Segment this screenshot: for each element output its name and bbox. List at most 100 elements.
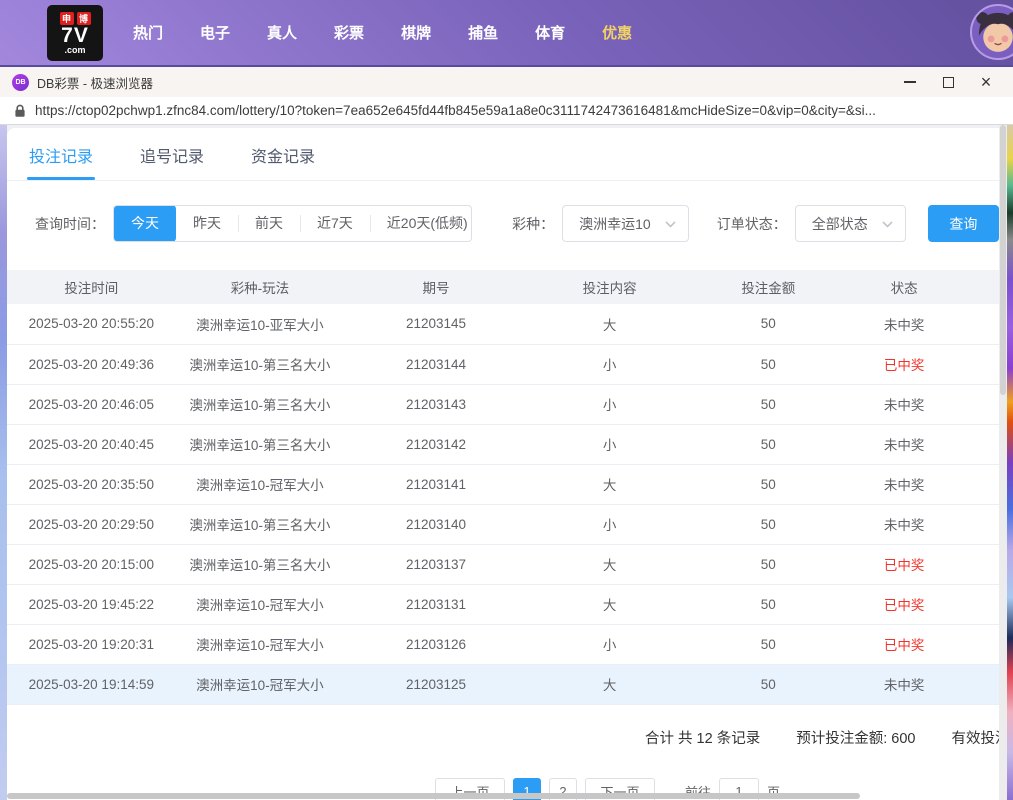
filter-row: 查询时间： 今天昨天前天近7天近20天(低频) 彩种： 澳洲幸运10 订单状态：… — [35, 205, 999, 242]
close-icon: × — [981, 73, 992, 91]
close-button[interactable]: × — [967, 67, 1005, 97]
db-favicon: DB — [12, 74, 29, 91]
header-issue: 期号 — [344, 270, 528, 304]
cell-bet-content: 大 — [528, 304, 692, 344]
nav-item-1[interactable]: 热门 — [133, 22, 163, 43]
cell-lottery-play: 澳洲幸运10-第三名大小 — [176, 544, 345, 584]
table-row: 2025-03-20 19:45:22澳洲幸运10-冠军大小21203131大5… — [7, 584, 999, 624]
tab-bet-records[interactable]: 投注记录 — [29, 143, 93, 180]
records-panel: 投注记录 追号记录 资金记录 查询时间： 今天昨天前天近7天近20天(低频) 彩… — [7, 128, 999, 800]
cell-bet-amount: 50 — [691, 624, 845, 664]
table-row: 2025-03-20 20:35:50澳洲幸运10-冠军大小21203141大5… — [7, 464, 999, 504]
header-bet-amount: 投注金额 — [691, 270, 845, 304]
topnav-items: 热门 电子 真人 彩票 棋牌 捕鱼 体育 优惠 — [133, 22, 632, 43]
cell-bet-amount: 50 — [691, 464, 845, 504]
cell-lottery-play: 澳洲幸运10-第三名大小 — [176, 384, 345, 424]
site-topnav: 申 博 7V .com 热门 电子 真人 彩票 棋牌 捕鱼 体育 优惠 — [0, 0, 1013, 65]
cell-lottery-play: 澳洲幸运10-亚军大小 — [176, 304, 345, 344]
minimize-button[interactable] — [891, 67, 929, 97]
table-row: 2025-03-20 20:15:00澳洲幸运10-第三名大小21203137大… — [7, 544, 999, 584]
vertical-scrollbar-thumb[interactable] — [1000, 125, 1006, 395]
avatar-face-icon — [972, 6, 1013, 58]
tab-fund-records[interactable]: 资金记录 — [251, 143, 315, 180]
header-status: 状态 — [845, 270, 999, 304]
cell-bet-time: 2025-03-20 19:45:22 — [7, 584, 176, 624]
cell-bet-time: 2025-03-20 20:49:36 — [7, 344, 176, 384]
cell-bet-time: 2025-03-20 20:40:45 — [7, 424, 176, 464]
nav-item-3[interactable]: 真人 — [267, 22, 297, 43]
site-logo[interactable]: 申 博 7V .com — [47, 5, 103, 61]
table-row: 2025-03-20 20:46:05澳洲幸运10-第三名大小21203143小… — [7, 384, 999, 424]
cell-bet-content: 大 — [528, 664, 692, 704]
time-option-5[interactable]: 近20天(低频) — [370, 205, 472, 242]
cell-lottery-play: 澳洲幸运10-冠军大小 — [176, 584, 345, 624]
page-viewport: 投注记录 追号记录 资金记录 查询时间： 今天昨天前天近7天近20天(低频) 彩… — [0, 125, 1013, 800]
cell-bet-time: 2025-03-20 20:29:50 — [7, 504, 176, 544]
cell-bet-amount: 50 — [691, 384, 845, 424]
tabs-row: 投注记录 追号记录 资金记录 — [7, 128, 999, 181]
cell-issue: 21203140 — [344, 504, 528, 544]
cell-issue: 21203145 — [344, 304, 528, 344]
time-option-3[interactable]: 前天 — [238, 205, 300, 242]
cell-status: 未中奖 — [845, 384, 999, 424]
tab-chase-records[interactable]: 追号记录 — [140, 143, 204, 180]
time-option-2[interactable]: 昨天 — [176, 205, 238, 242]
order-status-select[interactable]: 全部状态 — [795, 205, 906, 242]
summary-expected-amount: 预计投注金额: 600 — [796, 727, 915, 748]
cell-bet-content: 小 — [528, 624, 692, 664]
cell-bet-amount: 50 — [691, 544, 845, 584]
cell-lottery-play: 澳洲幸运10-冠军大小 — [176, 464, 345, 504]
cell-issue: 21203125 — [344, 664, 528, 704]
cell-bet-time: 2025-03-20 19:14:59 — [7, 664, 176, 704]
cell-bet-content: 小 — [528, 344, 692, 384]
nav-item-8[interactable]: 优惠 — [602, 22, 632, 43]
nav-item-6[interactable]: 捕鱼 — [468, 22, 498, 43]
cell-lottery-play: 澳洲幸运10-第三名大小 — [176, 504, 345, 544]
logo-main-text: 7V — [61, 25, 89, 46]
nav-item-7[interactable]: 体育 — [535, 22, 565, 43]
vertical-scrollbar[interactable] — [999, 125, 1007, 800]
cell-bet-amount: 50 — [691, 584, 845, 624]
table-row: 2025-03-20 20:29:50澳洲幸运10-第三名大小21203140小… — [7, 504, 999, 544]
time-option-4[interactable]: 近7天 — [300, 205, 370, 242]
cell-bet-content: 小 — [528, 384, 692, 424]
window-controls: × — [891, 67, 1005, 97]
chevron-down-icon — [882, 221, 893, 228]
cell-status: 未中奖 — [845, 664, 999, 704]
search-button[interactable]: 查询 — [928, 205, 999, 242]
cell-lottery-play: 澳洲幸运10-冠军大小 — [176, 624, 345, 664]
lottery-select[interactable]: 澳洲幸运10 — [562, 205, 689, 242]
user-avatar[interactable] — [970, 4, 1013, 60]
nav-item-4[interactable]: 彩票 — [334, 22, 364, 43]
query-time-label: 查询时间： — [35, 214, 105, 234]
lottery-label: 彩种： — [512, 214, 554, 234]
cell-status: 未中奖 — [845, 424, 999, 464]
cell-issue: 21203137 — [344, 544, 528, 584]
maximize-button[interactable] — [929, 67, 967, 97]
horizontal-scrollbar[interactable] — [7, 793, 860, 799]
cell-status: 未中奖 — [845, 504, 999, 544]
cell-bet-time: 2025-03-20 19:20:31 — [7, 624, 176, 664]
url-bar[interactable]: https://ctop02pchwp1.zfnc84.com/lottery/… — [0, 97, 1013, 125]
left-color-strip — [0, 125, 7, 800]
summary-row: 合计 共 12 条记录 预计投注金额: 600 有效投注金 — [7, 727, 999, 748]
cell-lottery-play: 澳洲幸运10-第三名大小 — [176, 344, 345, 384]
cell-bet-amount: 50 — [691, 344, 845, 384]
chevron-down-icon — [665, 221, 676, 228]
cell-issue: 21203144 — [344, 344, 528, 384]
cell-bet-amount: 50 — [691, 504, 845, 544]
cell-bet-amount: 50 — [691, 664, 845, 704]
header-bet-content: 投注内容 — [528, 270, 692, 304]
nav-item-5[interactable]: 棋牌 — [401, 22, 431, 43]
time-option-1[interactable]: 今天 — [114, 205, 176, 242]
cell-bet-content: 小 — [528, 424, 692, 464]
table-row: 2025-03-20 20:49:36澳洲幸运10-第三名大小21203144小… — [7, 344, 999, 384]
cell-issue: 21203126 — [344, 624, 528, 664]
nav-item-2[interactable]: 电子 — [200, 22, 230, 43]
cell-bet-content: 大 — [528, 584, 692, 624]
cell-bet-time: 2025-03-20 20:35:50 — [7, 464, 176, 504]
cell-status: 未中奖 — [845, 464, 999, 504]
table-row: 2025-03-20 19:20:31澳洲幸运10-冠军大小21203126小5… — [7, 624, 999, 664]
right-color-strip — [1007, 125, 1013, 800]
browser-titlebar: DB DB彩票 - 极速浏览器 × — [0, 65, 1013, 97]
